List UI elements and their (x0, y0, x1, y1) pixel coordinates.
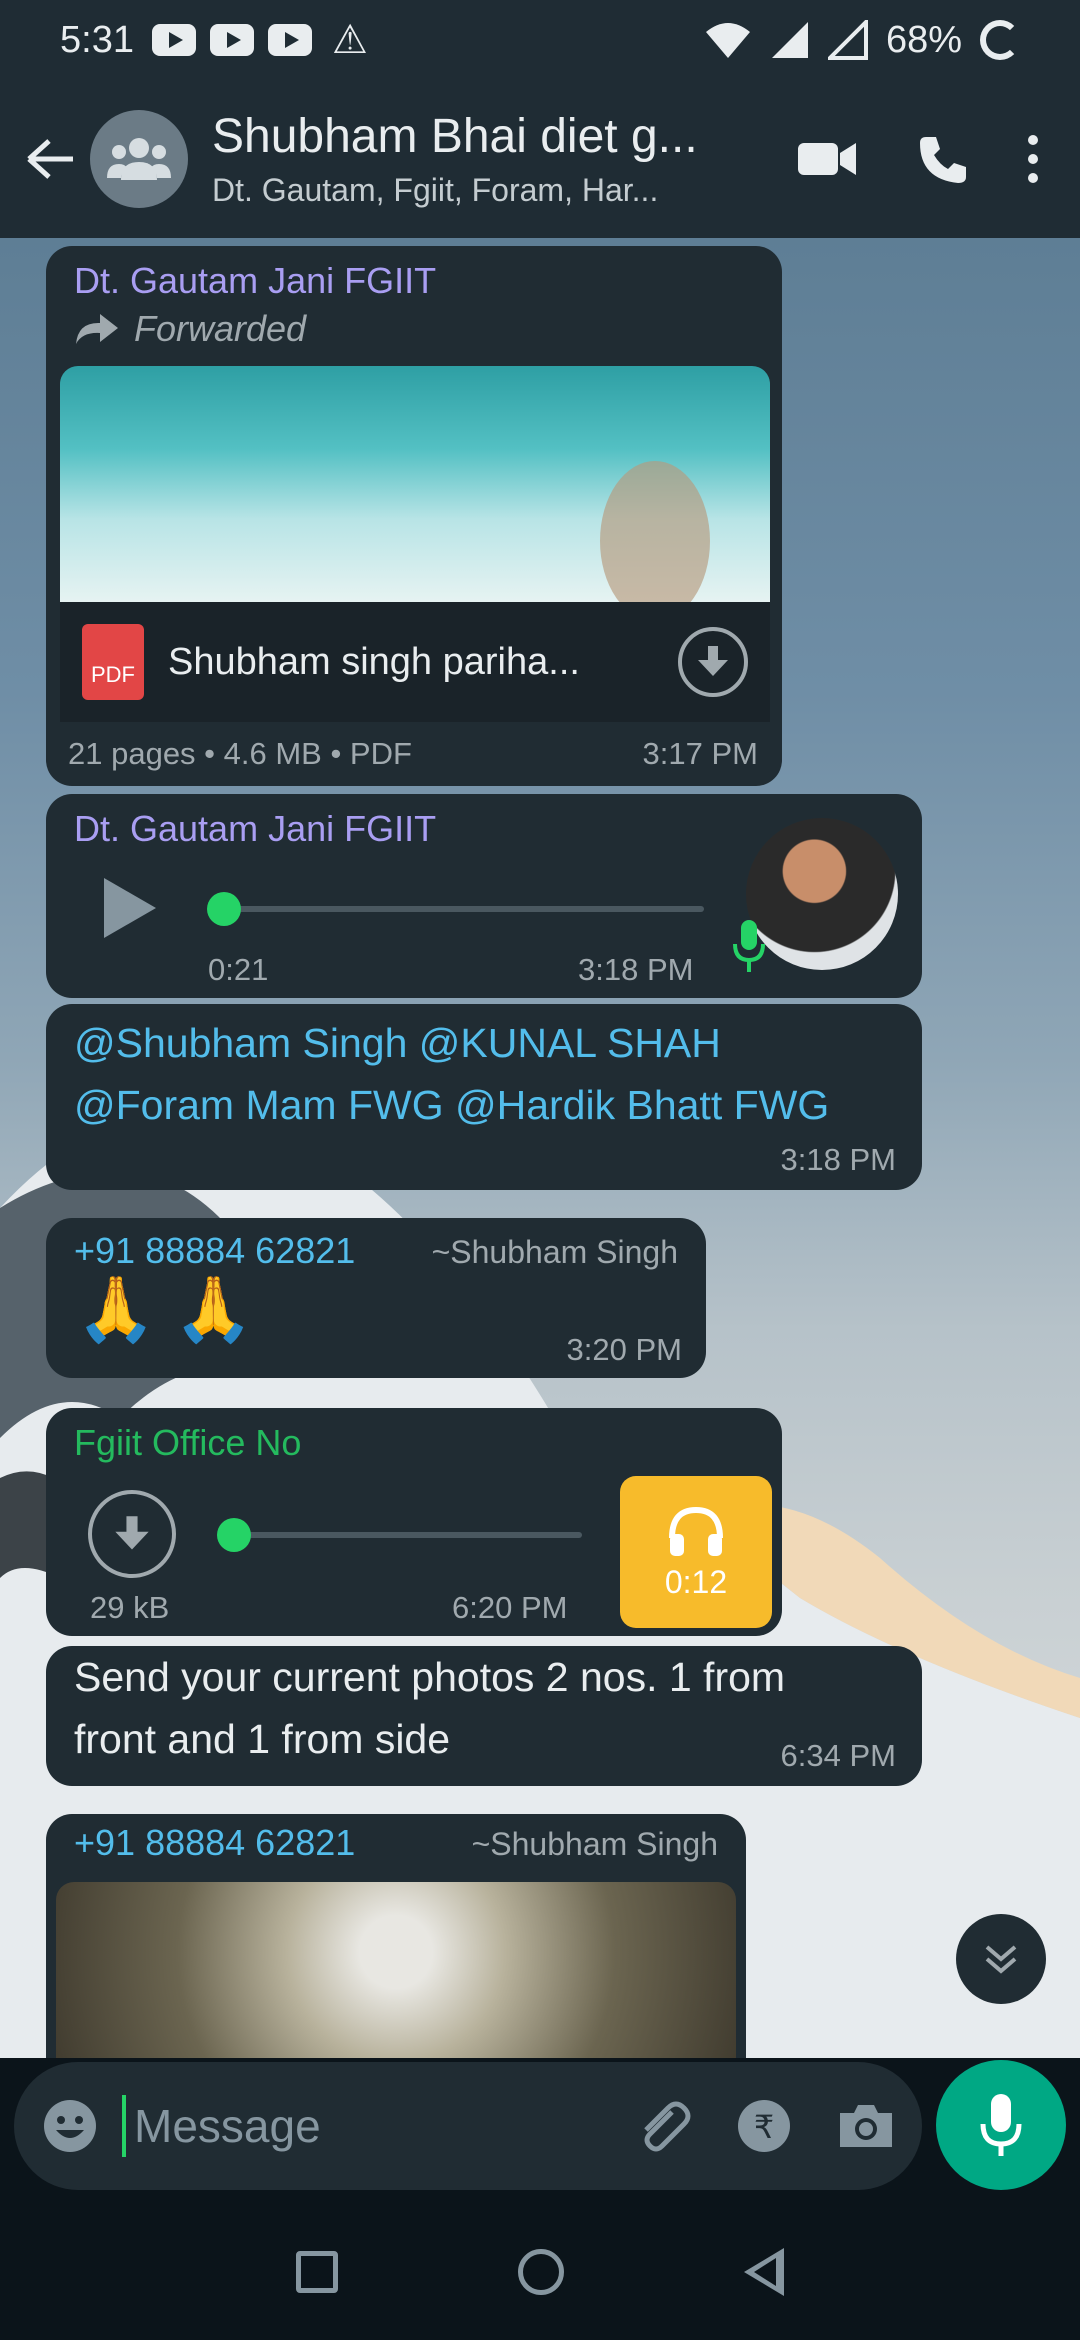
group-icon (107, 138, 171, 180)
chat-participants: Dt. Gautam, Fgiit, Foram, Har... (212, 172, 659, 208)
sender-number[interactable]: +91 88884 62821 (74, 1230, 355, 1272)
voice-message[interactable]: Fgiit Office No 29 kB 6:20 PM 0:12 (46, 1408, 782, 1636)
audio-duration: 0:21 (208, 952, 269, 987)
scroll-to-bottom-button[interactable] (956, 1914, 1046, 2004)
image-preview[interactable] (56, 1882, 736, 2058)
message-time: 3:17 PM (642, 736, 758, 771)
sender-number[interactable]: +91 88884 62821 (74, 1822, 355, 1864)
youtube-icon (151, 24, 196, 56)
play-icon[interactable] (104, 878, 156, 938)
youtube-icon (267, 24, 312, 56)
forwarded-text: Forwarded (134, 308, 307, 349)
more-options-icon[interactable] (1026, 134, 1040, 184)
message-sender: Fgiit Office No (74, 1422, 302, 1463)
message-time: 3:20 PM (566, 1332, 682, 1367)
mic-icon (732, 918, 766, 985)
forwarded-label: Forwarded (74, 308, 754, 350)
status-right: 68% (704, 19, 1020, 62)
composer-actions: ₹ (632, 2096, 896, 2156)
status-time: 5:31 (60, 18, 134, 61)
svg-text:₹: ₹ (754, 2108, 774, 2146)
sender-avatar[interactable] (746, 818, 898, 970)
download-icon (115, 1516, 149, 1550)
recents-button[interactable] (296, 2251, 338, 2293)
wifi-icon (705, 23, 750, 58)
home-button[interactable] (518, 2249, 564, 2295)
download-icon (698, 646, 728, 676)
sender-name: ~Shubham Singh (471, 1826, 718, 1862)
voice-record-button[interactable] (936, 2060, 1066, 2190)
forward-icon (76, 314, 118, 344)
message-time: 3:18 PM (780, 1142, 896, 1177)
audio-seek-knob[interactable] (217, 1518, 251, 1552)
message-composer: Message ₹ (14, 2062, 922, 2190)
audio-track[interactable] (224, 1532, 582, 1538)
signal-icon (771, 22, 808, 58)
system-navigation-bar (0, 2204, 1080, 2340)
message-text-line: front and 1 from side (74, 1716, 451, 1762)
headphones-icon (669, 1506, 723, 1556)
chat-area[interactable]: Dt. Gautam Jani FGIIT Forwarded PDF Shub… (0, 238, 1080, 2058)
back-button[interactable] (744, 2248, 784, 2296)
emoji-icon[interactable] (40, 2096, 100, 2156)
emoji-message[interactable]: +91 88884 62821 ~Shubham Singh 🙏 🙏 3:20 … (46, 1218, 706, 1378)
back-arrow-icon[interactable] (10, 119, 90, 199)
file-size: 29 kB (90, 1590, 170, 1625)
message-time: 6:20 PM (452, 1590, 568, 1625)
video-call-icon[interactable] (798, 139, 858, 179)
document-meta: 21 pages • 4.6 MB • PDF (68, 736, 412, 771)
voice-call-icon[interactable] (916, 133, 968, 185)
message-input[interactable]: Message (122, 2095, 632, 2157)
message-sender: Dt. Gautam Jani FGIIT (74, 260, 437, 301)
text-message[interactable]: Send your current photos 2 nos. 1 from f… (46, 1646, 922, 1786)
sender-name: ~Shubham Singh (431, 1234, 678, 1270)
document-preview[interactable] (60, 366, 770, 602)
audio-track[interactable] (214, 906, 704, 912)
mention-line[interactable]: @Foram Mam FWG @Hardik Bhatt FWG (74, 1074, 894, 1136)
document-name: Shubham singh pariha... (168, 640, 580, 683)
youtube-icon (209, 24, 254, 56)
double-chevron-down-icon (985, 1945, 1017, 1974)
message-time: 6:34 PM (780, 1738, 896, 1773)
camera-icon[interactable] (836, 2101, 896, 2151)
audio-file-badge[interactable]: 0:12 (620, 1476, 772, 1628)
status-bar: 5:31 ⚠ 68% (0, 0, 1080, 80)
battery-percent: 68% (885, 18, 962, 61)
warning-icon: ⚠ (331, 18, 368, 62)
mention-line[interactable]: @Shubham Singh @KUNAL SHAH (74, 1012, 894, 1074)
payment-icon[interactable]: ₹ (736, 2098, 792, 2154)
document-row[interactable]: PDF Shubham singh pariha... (60, 602, 770, 722)
header-text[interactable]: Shubham Bhai diet g... Dt. Gautam, Fgiit… (212, 109, 712, 209)
header-actions (798, 133, 1040, 185)
audio-badge-duration: 0:12 (664, 1563, 728, 1600)
signal-no-service-icon (827, 20, 868, 60)
chat-title: Shubham Bhai diet g... (212, 110, 698, 163)
mentions-message[interactable]: @Shubham Singh @KUNAL SHAH @Foram Mam FW… (46, 1004, 922, 1190)
group-avatar[interactable] (90, 110, 188, 208)
message-text-line: Send your current photos 2 nos. 1 from (74, 1654, 786, 1700)
pdf-icon: PDF (82, 624, 144, 700)
image-message[interactable]: +91 88884 62821 ~Shubham Singh (46, 1814, 746, 2058)
download-button[interactable] (88, 1490, 176, 1578)
voice-message[interactable]: Dt. Gautam Jani FGIIT 0:21 3:18 PM (46, 794, 922, 998)
battery-icon (980, 20, 1020, 60)
attach-icon[interactable] (632, 2096, 692, 2156)
download-button[interactable] (678, 627, 748, 697)
chat-header: Shubham Bhai diet g... Dt. Gautam, Fgiit… (0, 80, 1080, 238)
message-time: 3:18 PM (578, 952, 694, 987)
document-message[interactable]: Dt. Gautam Jani FGIIT Forwarded PDF Shub… (46, 246, 782, 786)
microphone-icon (980, 2094, 1022, 2156)
audio-seek-knob[interactable] (207, 892, 241, 926)
